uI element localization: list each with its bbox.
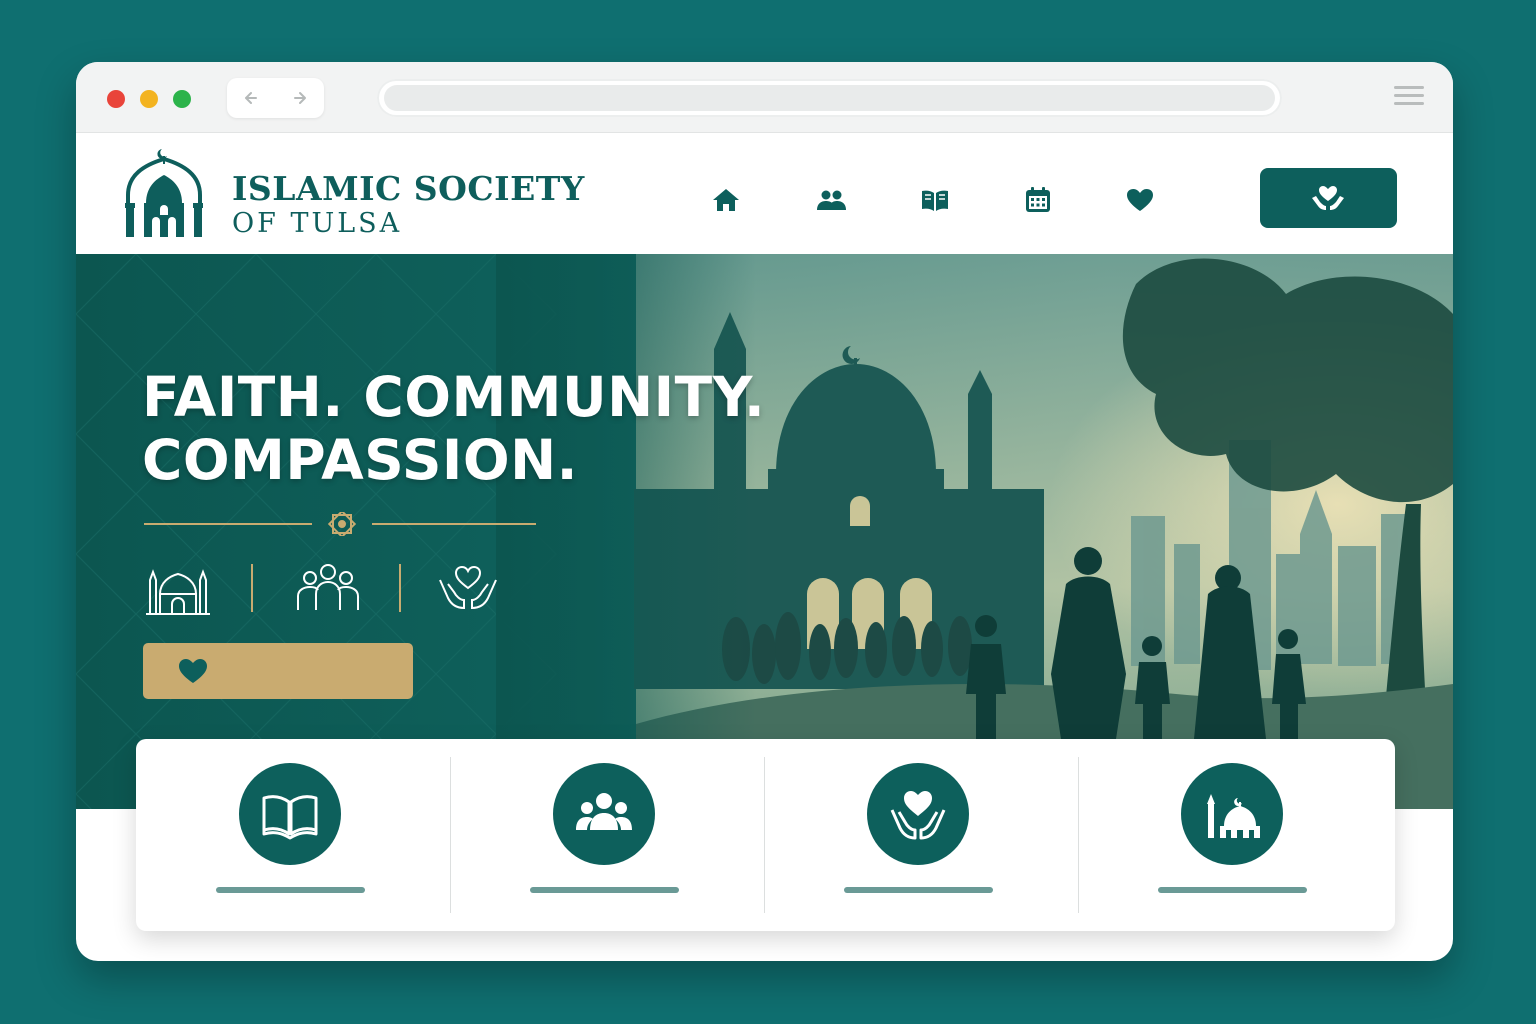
hero-headline: FAITH. COMMUNITY. COMPASSION.: [142, 366, 765, 492]
mosque-logo-icon[interactable]: [122, 147, 206, 243]
brand-line-2: OF TULSA: [232, 208, 403, 239]
card-divider: [1078, 757, 1079, 913]
close-window-button[interactable]: [107, 90, 125, 108]
feature-card-mosque[interactable]: [1078, 739, 1392, 931]
community-icon[interactable]: [815, 184, 847, 216]
card-divider: [764, 757, 765, 913]
people-icon: [297, 564, 359, 610]
minimize-window-button[interactable]: [140, 90, 158, 108]
feature-icon-circle: [553, 763, 655, 865]
back-arrow-icon[interactable]: [241, 87, 263, 109]
hero-headline-line-1: FAITH. COMMUNITY.: [142, 365, 766, 429]
browser-window: ISLAMIC SOCIETY OF TULSA FAITH. COMMUNIT…: [76, 62, 1453, 961]
people-group-icon: [576, 793, 632, 830]
hero-feature-icons: [146, 564, 497, 615]
feature-card-learning[interactable]: [136, 739, 450, 931]
mosque-icon: [146, 569, 210, 615]
feature-cards: [136, 739, 1395, 931]
maximize-window-button[interactable]: [173, 90, 191, 108]
calendar-icon[interactable]: [1022, 184, 1054, 216]
feature-title-placeholder: [1158, 887, 1307, 893]
ornament-divider: [144, 512, 536, 536]
hero-donate-button[interactable]: [143, 643, 413, 699]
hero-headline-line-2: COMPASSION.: [142, 428, 579, 492]
helping-hands-heart-icon: [1312, 186, 1344, 210]
donate-button[interactable]: [1260, 168, 1397, 228]
hero-section: FAITH. COMMUNITY. COMPASSION.: [76, 254, 1453, 809]
open-book-icon: [262, 795, 318, 840]
helping-hands-heart-icon: [439, 565, 497, 610]
site-brand-name[interactable]: ISLAMIC SOCIETY OF TULSA: [232, 171, 585, 241]
home-icon[interactable]: [710, 184, 742, 216]
address-bar[interactable]: [377, 79, 1282, 117]
feature-icon-circle: [867, 763, 969, 865]
feature-card-charity[interactable]: [764, 739, 1078, 931]
feature-icon-circle: [239, 763, 341, 865]
forward-arrow-icon[interactable]: [288, 87, 310, 109]
feature-icon-circle: [1181, 763, 1283, 865]
history-nav: [227, 78, 324, 118]
brand-line-1: ISLAMIC SOCIETY: [232, 169, 585, 208]
book-icon[interactable]: [919, 184, 951, 216]
heart-icon[interactable]: [1124, 184, 1156, 216]
address-bar-field[interactable]: [384, 85, 1275, 111]
site-header: ISLAMIC SOCIETY OF TULSA: [76, 133, 1453, 254]
feature-title-placeholder: [216, 887, 365, 893]
feature-title-placeholder: [530, 887, 679, 893]
card-divider: [450, 757, 451, 913]
helping-hands-heart-icon: [890, 791, 946, 840]
heart-icon: [179, 659, 207, 683]
browser-toolbar: [76, 62, 1453, 133]
hamburger-menu-icon[interactable]: [1394, 86, 1424, 110]
feature-card-community[interactable]: [450, 739, 764, 931]
feature-title-placeholder: [844, 887, 993, 893]
mosque-icon: [1207, 794, 1260, 838]
